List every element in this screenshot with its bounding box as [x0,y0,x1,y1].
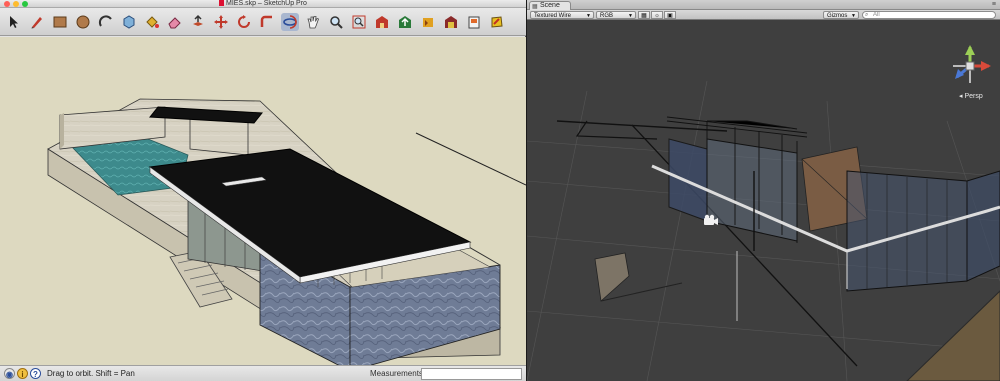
orbit-tool-button[interactable] [281,12,299,31]
measurements-input[interactable] [421,368,522,380]
projection-label[interactable]: ◂ Persp [959,92,983,100]
chevron-down-icon: ▼ [628,13,633,19]
search-placeholder: All [873,12,880,18]
scene-viewport[interactable]: ◂ Persp [527,21,1000,381]
document-icon [219,0,225,6]
follow-me-tool-button[interactable] [258,13,276,31]
search-icon: ⌕ [865,12,869,18]
style-builder-button[interactable] [488,13,506,31]
rectangle-icon [53,16,67,27]
line-tool-button[interactable] [28,13,46,31]
measurements-label: Measurements [370,369,423,378]
select-tool-button[interactable] [5,13,23,31]
make-component-button[interactable] [120,13,138,31]
zoom-extents-icon [352,15,366,28]
eraser-icon [168,16,181,28]
scene-toolbar: Textured Wire ▼ RGB ▼ ▦ ☼ ▣ Gizmos ▼ ⌕ A… [527,10,1000,20]
move-tool-button[interactable] [212,13,230,31]
pan-tool-button[interactable] [304,13,322,31]
window-title-text: MIES.skp – SketchUp Pro [226,0,307,7]
question-icon[interactable]: ? [30,368,41,379]
rotate-icon [238,14,250,28]
render-mode-value: RGB [600,13,614,19]
magnifier-icon [330,15,343,29]
effects-toggle[interactable]: ▣ [664,11,676,19]
pencil-icon [31,16,42,28]
push-pull-icon [193,14,203,26]
layout-icon [468,16,480,28]
orbit-icon [283,14,297,29]
sketchup-model-viewport[interactable] [0,37,526,365]
info-icon[interactable]: i [17,368,28,379]
scene-tab-bar: ▦ Scene ≡ [527,0,1000,10]
barcelona-pavilion-model [47,98,526,365]
audio-toggle[interactable]: ☼ [651,11,663,19]
photo-texture-icon [423,17,433,27]
extension-warehouse-button[interactable] [442,13,460,31]
image-icon: ▣ [667,13,673,19]
grid-icon: ▦ [641,13,647,19]
arc-icon [98,14,112,27]
circle-icon [76,15,90,28]
follow-me-icon [260,15,272,27]
get-photo-texture-button[interactable] [419,13,437,31]
gizmos-label: Gizmos [827,13,848,19]
status-hint-text: Drag to orbit. Shift = Pan [47,369,135,378]
warehouse-icon [376,15,388,28]
window-title: MIES.skp – SketchUp Pro [0,0,526,8]
layout-button[interactable] [465,13,483,31]
status-bar: ◉ i ? Drag to orbit. Shift = Pan Measure… [0,365,526,381]
unity-scene-geometry [527,80,1000,381]
paint-bucket-icon [146,15,159,28]
eraser-tool-button[interactable] [166,13,184,31]
arc-tool-button[interactable] [97,13,115,31]
share-model-button[interactable] [396,13,414,31]
zoom-tool-button[interactable] [327,13,345,31]
draw-mode-value: Textured Wire [534,13,572,19]
component-icon [123,14,135,29]
move-icon [214,14,228,29]
arrow-cursor-icon [10,15,18,28]
tab-scene[interactable]: ▦ Scene [529,1,571,10]
chevron-down-icon: ▼ [851,13,856,19]
scene-lighting-toggle[interactable]: ▦ [638,11,650,19]
orientation-gizmo[interactable] [945,41,995,91]
sun-icon: ☼ [654,13,660,19]
scene-search-input[interactable]: ⌕ All [862,11,996,19]
paint-bucket-button[interactable] [143,13,161,31]
chevron-down-icon: ▼ [586,13,591,19]
tab-menu-icon[interactable]: ≡ [992,1,996,8]
style-icon [491,15,503,28]
hand-icon [307,15,320,28]
gizmos-dropdown[interactable]: Gizmos ▼ [823,11,859,19]
rectangle-tool-button[interactable] [51,13,69,31]
tab-scene-label: Scene [540,2,560,9]
window-titlebar: MIES.skp – SketchUp Pro [0,0,526,8]
circle-tool-button[interactable] [74,13,92,31]
render-mode-dropdown[interactable]: RGB ▼ [596,11,636,19]
sketchup-window: MIES.skp – SketchUp Pro ◉ i ? Drag to or… [0,0,526,381]
globe-icon[interactable]: ◉ [4,368,15,379]
draw-mode-dropdown[interactable]: Textured Wire ▼ [530,11,594,19]
push-pull-tool-button[interactable] [189,13,207,31]
share-model-icon [399,15,411,28]
zoom-extents-button[interactable] [350,13,368,31]
projection-text: Persp [964,93,983,100]
large-tool-set-toolbar [0,8,526,36]
get-models-button[interactable] [373,13,391,31]
rotate-tool-button[interactable] [235,13,253,31]
unity-scene-panel: ▦ Scene ≡ Textured Wire ▼ RGB ▼ ▦ ☼ ▣ Gi… [527,0,1000,381]
extension-warehouse-icon [445,15,457,28]
